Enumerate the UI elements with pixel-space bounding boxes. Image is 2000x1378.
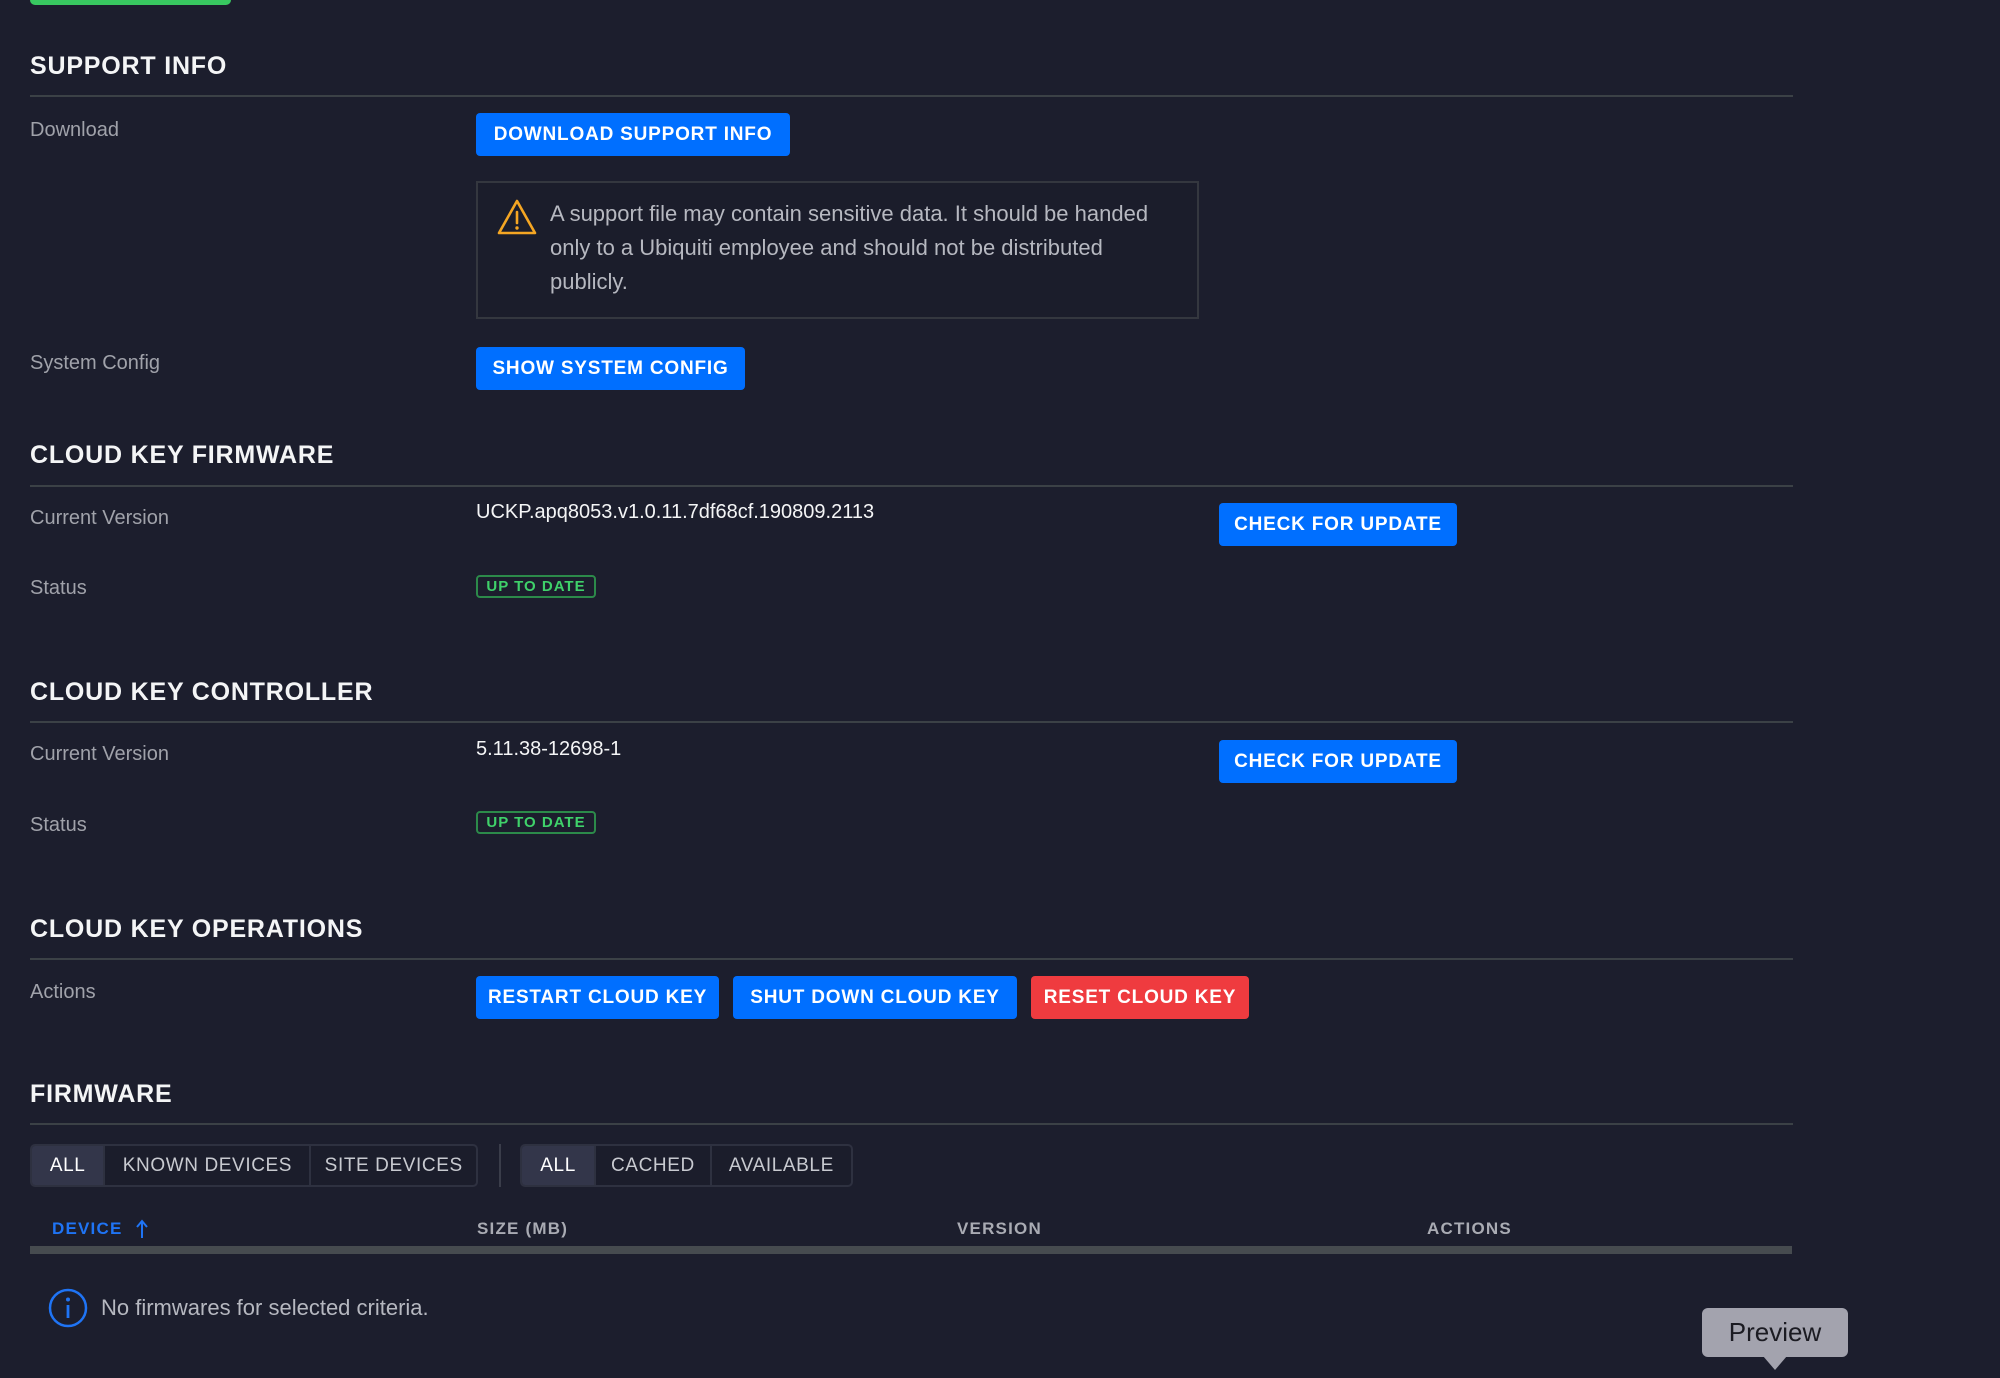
column-header-version[interactable]: VERSION xyxy=(957,1219,1042,1239)
device-filter-site-devices[interactable]: SITE DEVICES xyxy=(309,1146,476,1185)
download-support-info-button[interactable]: DOWNLOAD SUPPORT INFO xyxy=(476,113,790,156)
controller-current-version-value: 5.11.38-12698-1 xyxy=(476,738,622,760)
firmware-current-version-value: UCKP.apq8053.v1.0.11.7df68cf.190809.2113 xyxy=(476,501,875,523)
shut-down-cloud-key-button[interactable]: SHUT DOWN CLOUD KEY xyxy=(733,976,1017,1019)
empty-state-message: No firmwares for selected criteria. xyxy=(101,1295,429,1320)
section-heading-cloud-key-controller: CLOUD KEY CONTROLLER xyxy=(30,678,374,706)
controller-current-version-label: Current Version xyxy=(30,743,169,765)
column-header-actions: ACTIONS xyxy=(1427,1219,1512,1238)
source-filter-cached[interactable]: CACHED xyxy=(594,1146,710,1185)
info-icon xyxy=(48,1288,88,1328)
section-divider xyxy=(30,958,1793,960)
column-header-device[interactable]: DEVICE xyxy=(52,1219,149,1239)
preview-tooltip: Preview xyxy=(1702,1308,1848,1357)
sort-ascending-icon xyxy=(135,1219,148,1238)
actions-label: Actions xyxy=(30,981,96,1003)
empty-state: No firmwares for selected criteria. xyxy=(48,1288,429,1328)
tooltip-arrow xyxy=(1763,1356,1787,1370)
filter-separator xyxy=(499,1144,501,1187)
warning-text: A support file may contain sensitive dat… xyxy=(550,201,1149,294)
table-header-divider xyxy=(30,1246,1792,1254)
device-filter-known-devices[interactable]: KNOWN DEVICES xyxy=(103,1146,309,1185)
controller-status-label: Status xyxy=(30,814,87,836)
restart-cloud-key-button[interactable]: RESTART CLOUD KEY xyxy=(476,976,719,1019)
column-header-device-label: DEVICE xyxy=(52,1219,123,1238)
reset-cloud-key-button[interactable]: RESET CLOUD KEY xyxy=(1031,976,1249,1019)
download-label: Download xyxy=(30,119,119,141)
firmware-check-for-update-button[interactable]: CHECK FOR UPDATE xyxy=(1219,503,1457,546)
firmware-status-badge: UP TO DATE xyxy=(476,575,596,598)
section-divider xyxy=(30,95,1793,97)
source-filter-segmented-control: ALL CACHED AVAILABLE xyxy=(520,1144,853,1187)
section-heading-firmware: FIRMWARE xyxy=(30,1080,173,1108)
show-system-config-button[interactable]: SHOW SYSTEM CONFIG xyxy=(476,347,745,390)
device-filter-segmented-control: ALL KNOWN DEVICES SITE DEVICES xyxy=(30,1144,478,1187)
section-divider xyxy=(30,721,1793,723)
controller-status-badge: UP TO DATE xyxy=(476,811,596,834)
support-warning-box: A support file may contain sensitive dat… xyxy=(476,181,1199,319)
system-config-label: System Config xyxy=(30,352,161,374)
source-filter-all[interactable]: ALL xyxy=(522,1146,595,1185)
controller-check-for-update-button[interactable]: CHECK FOR UPDATE xyxy=(1219,740,1457,783)
section-divider xyxy=(30,485,1793,487)
section-heading-support-info: SUPPORT INFO xyxy=(30,52,228,80)
save-button-partial[interactable] xyxy=(30,0,231,5)
firmware-status-label: Status xyxy=(30,577,87,599)
warning-icon xyxy=(497,199,537,235)
firmware-current-version-label: Current Version xyxy=(30,507,169,529)
column-header-size[interactable]: SIZE (MB) xyxy=(477,1219,568,1239)
section-heading-cloud-key-operations: CLOUD KEY OPERATIONS xyxy=(30,915,364,943)
source-filter-available[interactable]: AVAILABLE xyxy=(709,1146,851,1185)
section-divider xyxy=(30,1123,1793,1125)
section-heading-cloud-key-firmware: CLOUD KEY FIRMWARE xyxy=(30,441,335,469)
device-filter-all[interactable]: ALL xyxy=(32,1146,104,1185)
